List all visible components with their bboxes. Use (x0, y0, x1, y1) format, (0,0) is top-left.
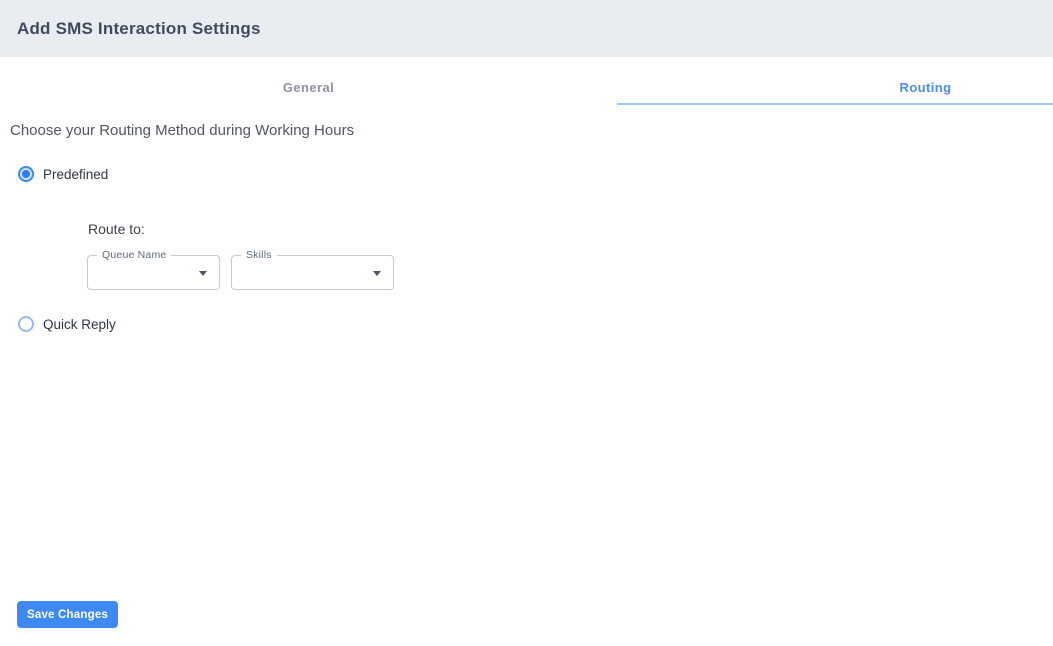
radio-quick-reply-label: Quick Reply (43, 316, 116, 332)
add-sms-interaction-settings-page: Add SMS Interaction Settings General Rou… (0, 0, 1053, 646)
tab-routing-label: Routing (899, 79, 952, 95)
skills-select-label: Skills (241, 249, 277, 261)
queue-name-select[interactable]: Queue Name (87, 249, 220, 290)
tab-bar: General Routing (0, 57, 1053, 105)
dropdown-caret-icon (373, 271, 381, 276)
radio-predefined-label: Predefined (43, 166, 109, 182)
dropdown-caret-icon (199, 271, 207, 276)
skills-select[interactable]: Skills (231, 249, 394, 290)
queue-name-select-label: Queue Name (97, 249, 172, 261)
save-changes-button[interactable]: Save Changes (17, 601, 119, 628)
route-to-fields: Queue Name Skills (87, 249, 394, 290)
radio-selected-icon (18, 166, 34, 182)
page-title: Add SMS Interaction Settings (17, 18, 261, 38)
page-header: Add SMS Interaction Settings (0, 0, 1053, 57)
route-to-label: Route to: (88, 221, 145, 237)
radio-option-quick-reply[interactable]: Quick Reply (18, 316, 116, 332)
tab-general-label: General (282, 79, 335, 95)
tab-general[interactable]: General (0, 57, 617, 105)
radio-option-predefined[interactable]: Predefined (18, 166, 108, 182)
tab-routing[interactable]: Routing (617, 57, 1053, 105)
routing-method-question: Choose your Routing Method during Workin… (10, 122, 355, 139)
radio-unselected-icon (18, 316, 34, 332)
